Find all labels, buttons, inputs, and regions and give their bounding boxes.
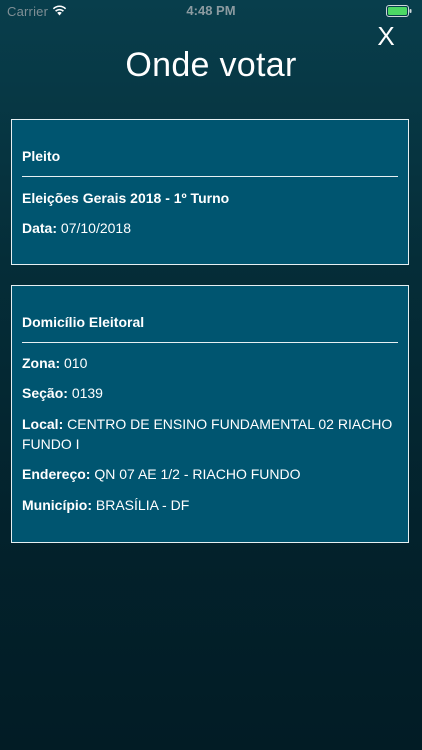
municipio-row: Município: BRASÍLIA - DF [22, 495, 398, 515]
secao-label: Seção: [22, 385, 68, 401]
status-bar: Carrier 4:48 PM [0, 0, 422, 22]
municipio-value: BRASÍLIA - DF [95, 497, 190, 513]
zona-label: Zona: [22, 355, 61, 371]
endereco-row: Endereço: QN 07 AE 1/2 - RIACHO FUNDO [22, 464, 398, 484]
secao-value: 0139 [71, 385, 103, 401]
page-title: Onde votar [125, 46, 297, 84]
zona-row: Zona: 010 [22, 353, 398, 373]
endereco-label: Endereço: [22, 466, 91, 482]
endereco-value: QN 07 AE 1/2 - RIACHO FUNDO [94, 466, 301, 482]
local-value: CENTRO DE ENSINO FUNDAMENTAL 02 RIACHO F… [22, 416, 393, 452]
municipio-label: Município: [22, 497, 92, 513]
domicilio-header: Domicílio Eleitoral [22, 314, 398, 343]
election-date-value: 07/10/2018 [60, 220, 131, 236]
pleito-header: Pleito [22, 148, 398, 177]
election-date-row: Data: 07/10/2018 [22, 218, 398, 238]
domicilio-card: Domicílio Eleitoral Zona: 010 Seção: 013… [11, 285, 409, 543]
status-time: 4:48 PM [186, 3, 236, 18]
secao-row: Seção: 0139 [22, 383, 398, 403]
pleito-card: Pleito Eleições Gerais 2018 - 1º Turno D… [11, 119, 409, 265]
election-name: Eleições Gerais 2018 - 1º Turno [22, 188, 398, 208]
election-name-text: Eleições Gerais 2018 - 1º Turno [22, 190, 230, 206]
election-date-label: Data: [22, 220, 58, 236]
local-row: Local: CENTRO DE ENSINO FUNDAMENTAL 02 R… [22, 414, 398, 454]
battery-icon [386, 5, 412, 17]
zona-value: 010 [64, 355, 88, 371]
local-label: Local: [22, 416, 64, 432]
